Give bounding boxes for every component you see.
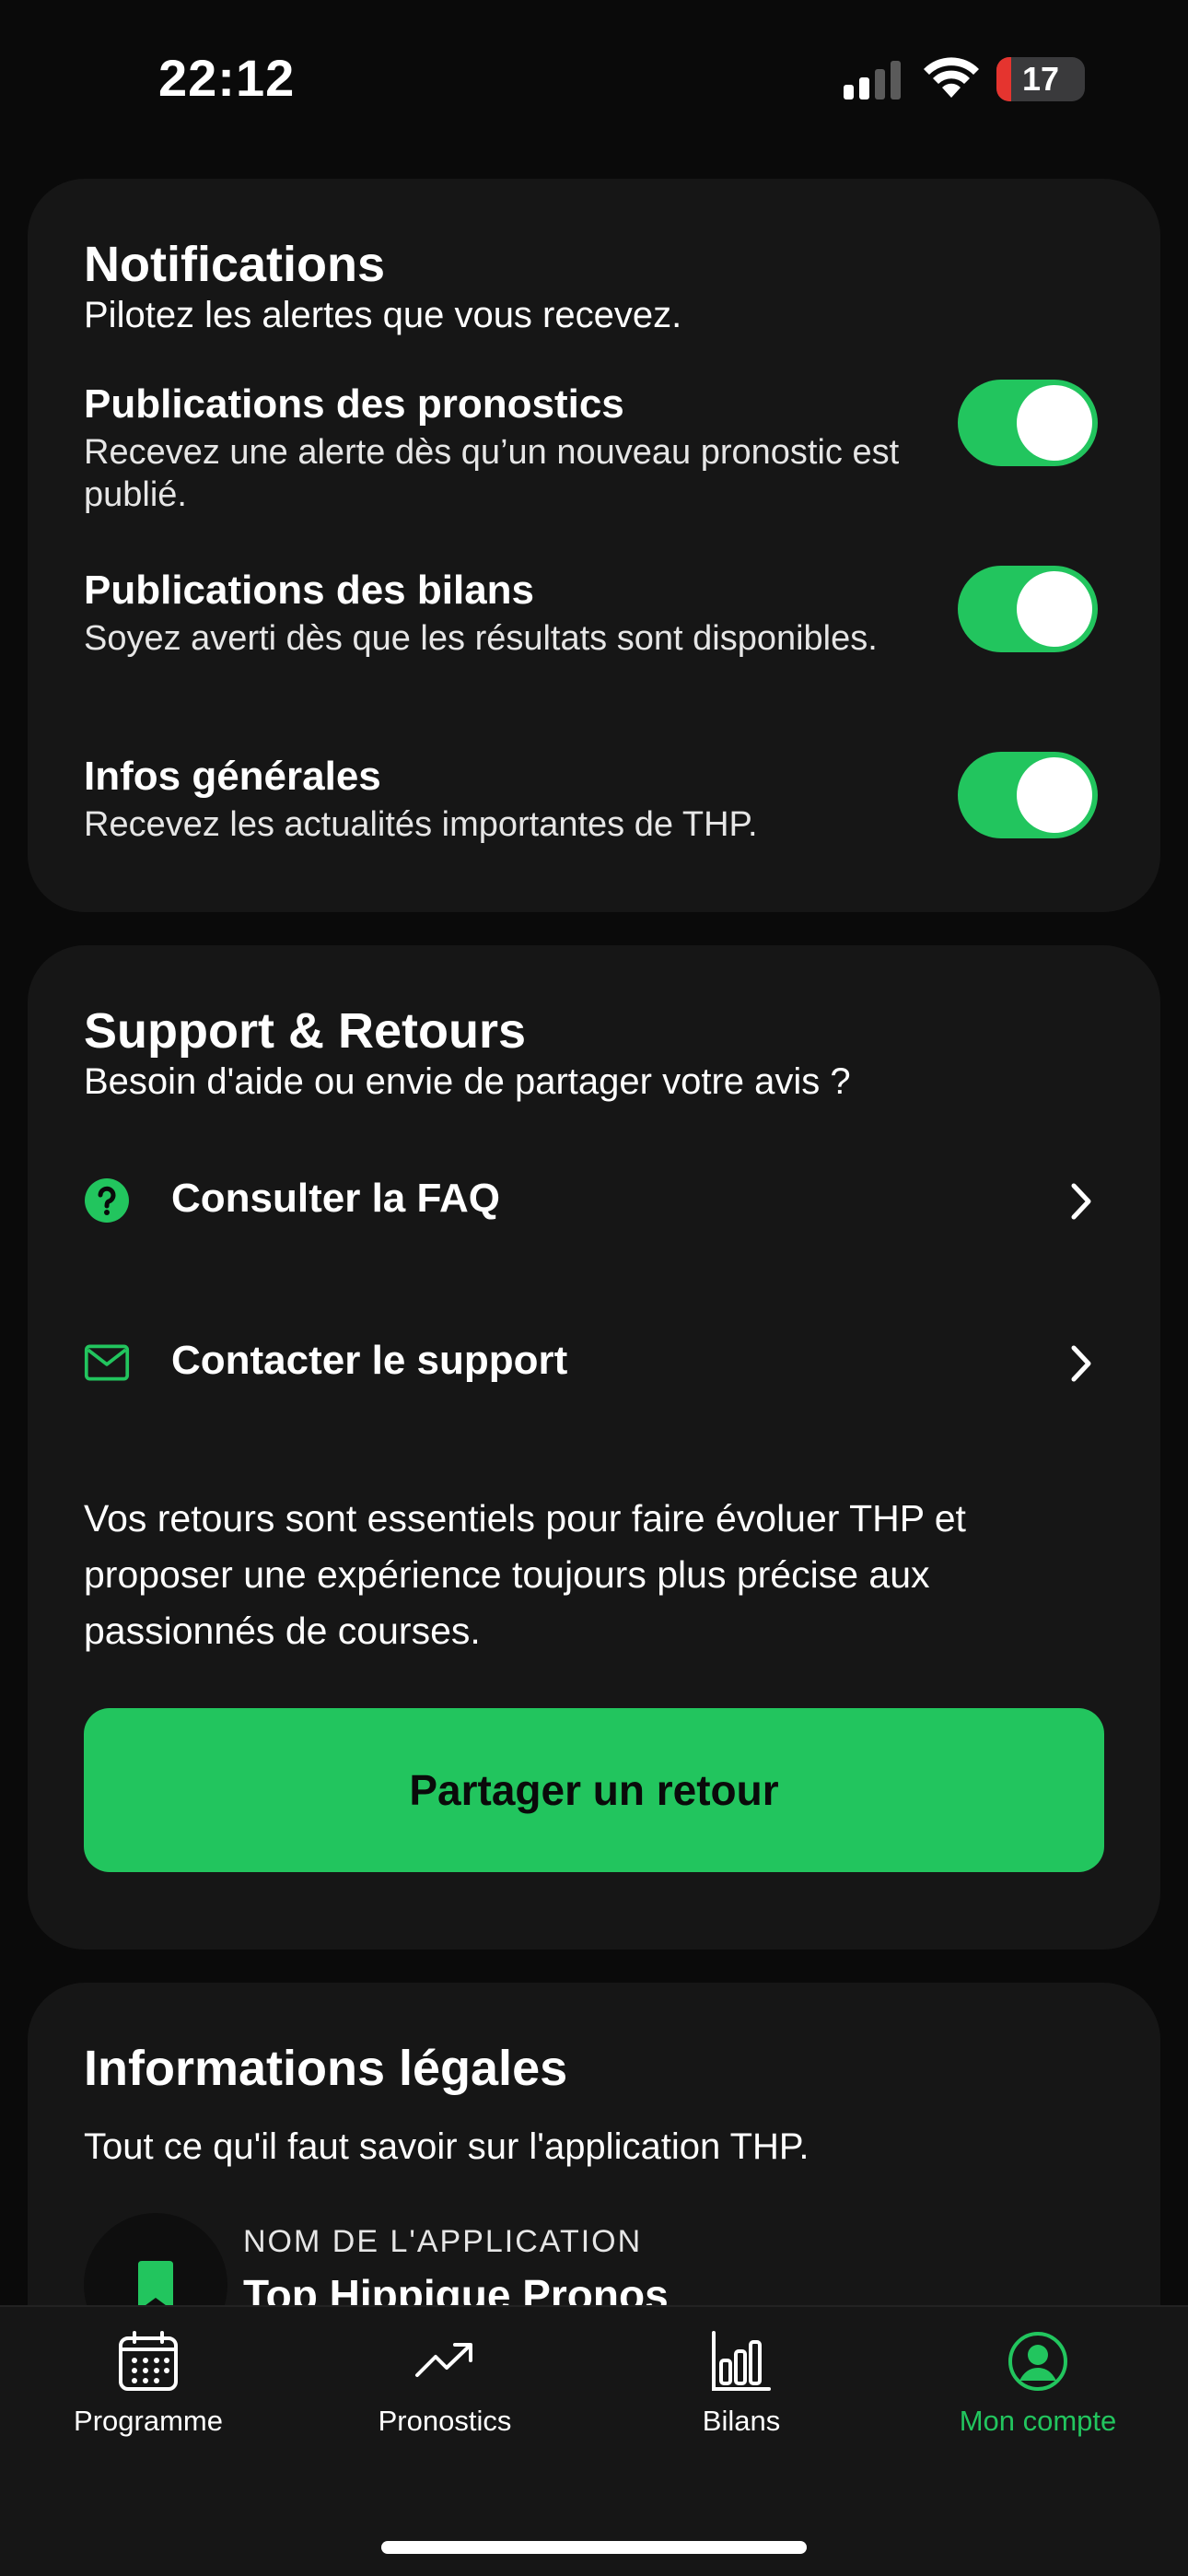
tab-pronostics[interactable]: Pronostics — [297, 2307, 593, 2473]
mail-icon — [84, 1344, 130, 1381]
screen: 22:12 17 Notifications Pilotez les alert… — [0, 0, 1188, 2576]
chevron-right-icon — [1071, 1183, 1091, 1220]
notif-pronostics-title: Publications des pronostics — [84, 381, 624, 427]
notif-infos-desc: Recevez les actualités importantes de TH… — [84, 805, 758, 844]
notif-pronostics-desc: Recevez une alerte dès qu’un nouveau pro… — [84, 433, 900, 514]
support-card: Support & Retours Besoin d'aide ou envie… — [28, 945, 1160, 1950]
toggle-knob — [1017, 385, 1092, 461]
tab-bar: Programme Pronostics Bilans Mon compte — [0, 2305, 1188, 2576]
contact-row[interactable]: Contacter le support — [28, 1305, 1105, 1415]
contact-label: Contacter le support — [171, 1338, 568, 1383]
toggle-bilans[interactable] — [958, 566, 1098, 652]
support-subtitle: Besoin d'aide ou envie de partager votre… — [84, 1061, 851, 1102]
toggle-knob — [1017, 757, 1092, 833]
status-time: 22:12 — [158, 49, 296, 107]
account-icon — [1008, 2332, 1067, 2391]
cellular-signal-icon — [844, 61, 901, 100]
trend-up-icon — [415, 2343, 472, 2377]
toggle-pronostics[interactable] — [958, 380, 1098, 466]
app-name-label: NOM DE L'APPLICATION — [243, 2224, 643, 2259]
tab-label: Pronostics — [378, 2405, 512, 2437]
legal-subtitle: Tout ce qu'il faut savoir sur l'applicat… — [84, 2126, 809, 2167]
notif-bilans-desc: Soyez averti dès que les résultats sont … — [84, 619, 878, 658]
battery-level: 17 — [1021, 60, 1060, 98]
tab-label: Mon compte — [959, 2405, 1117, 2437]
home-indicator — [381, 2541, 807, 2554]
notif-bilans-title: Publications des bilans — [84, 568, 535, 613]
support-title: Support & Retours — [84, 1003, 526, 1059]
notifications-card: Notifications Pilotez les alertes que vo… — [28, 179, 1160, 912]
battery-icon: 17 — [996, 57, 1085, 101]
notifications-subtitle: Pilotez les alertes que vous recevez. — [84, 295, 682, 335]
toggle-infos[interactable] — [958, 752, 1098, 838]
faq-label: Consulter la FAQ — [171, 1176, 500, 1221]
help-circle-icon — [85, 1178, 129, 1223]
notif-infos-title: Infos générales — [84, 754, 381, 799]
battery-tip — [1079, 70, 1085, 88]
share-feedback-button[interactable]: Partager un retour — [84, 1708, 1104, 1872]
tab-programme[interactable]: Programme — [0, 2307, 297, 2473]
tab-label: Bilans — [702, 2405, 781, 2437]
legal-title: Informations légales — [84, 2041, 568, 2096]
tab-label: Programme — [74, 2405, 223, 2437]
chevron-right-icon — [1071, 1345, 1091, 1382]
feedback-text: Vos retours sont essentiels pour faire é… — [84, 1497, 966, 1652]
wifi-icon — [924, 57, 979, 98]
status-bar: 22:12 17 — [0, 0, 1188, 157]
faq-row[interactable]: Consulter la FAQ — [28, 1142, 1105, 1253]
tab-bilans[interactable]: Bilans — [593, 2307, 890, 2473]
toggle-knob — [1017, 571, 1092, 647]
tab-mon-compte[interactable]: Mon compte — [890, 2307, 1186, 2473]
bar-chart-icon — [712, 2331, 771, 2391]
calendar-icon — [119, 2331, 178, 2391]
notifications-title: Notifications — [84, 237, 386, 292]
